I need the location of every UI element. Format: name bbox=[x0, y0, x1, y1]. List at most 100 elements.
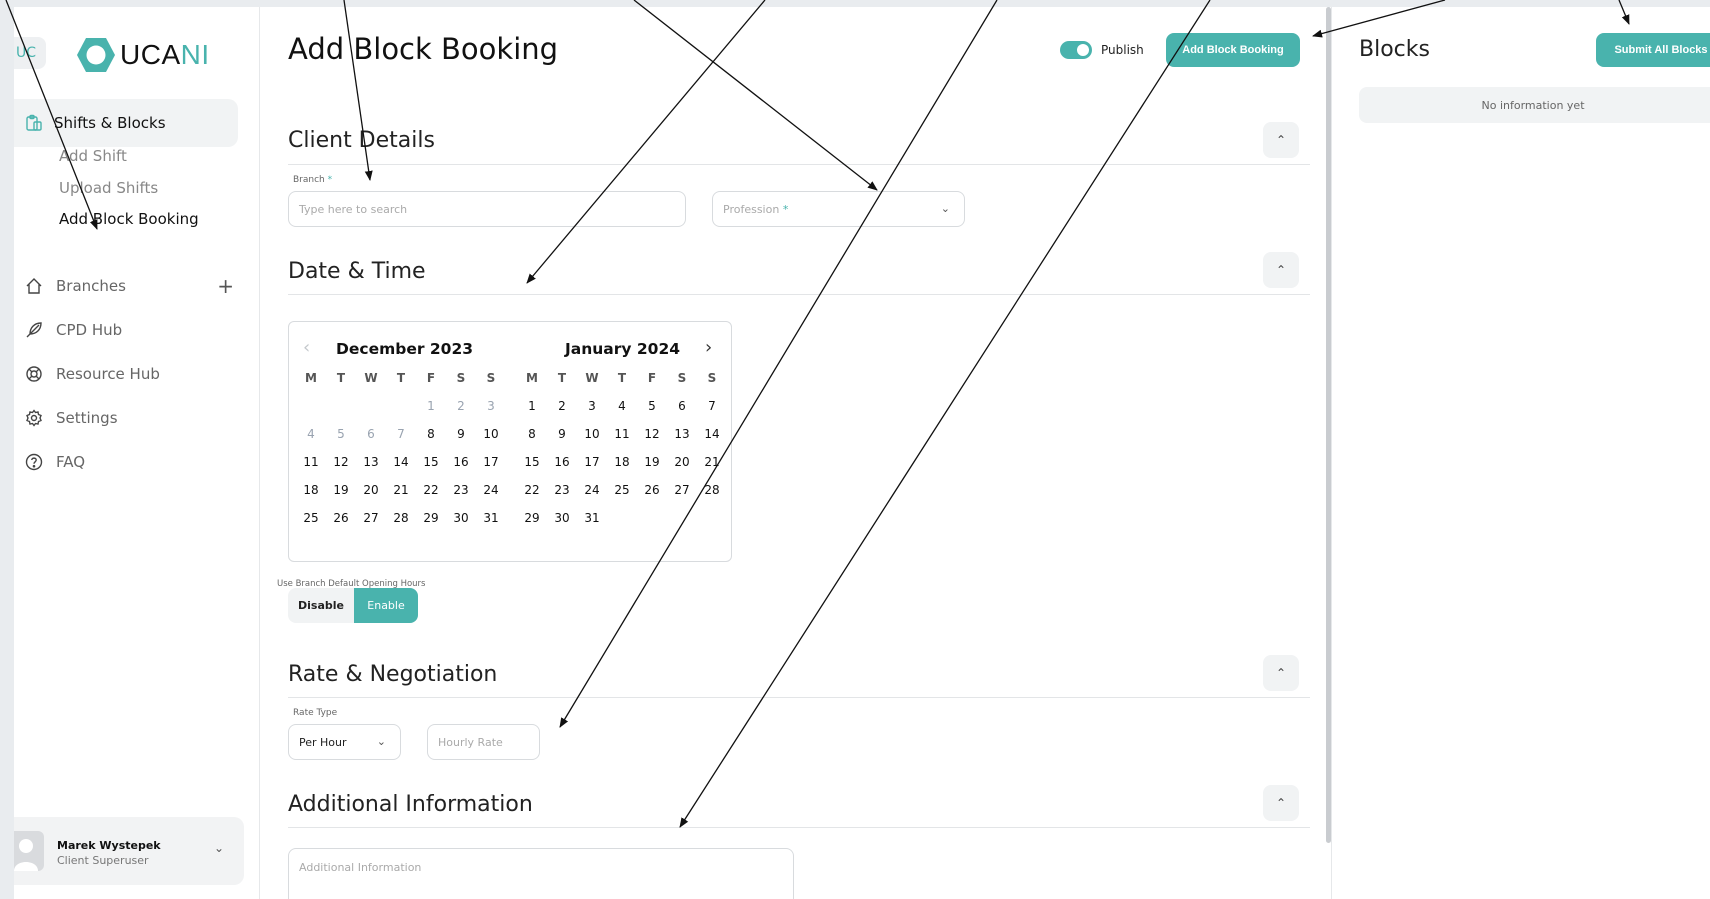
calendar-day[interactable]: 2 bbox=[547, 393, 577, 421]
calendar-day[interactable]: 15 bbox=[517, 449, 547, 477]
sidebar-subitem-upload-shifts[interactable]: Upload Shifts bbox=[59, 179, 158, 197]
calendar-day[interactable]: 4 bbox=[607, 393, 637, 421]
calendar-day[interactable]: 14 bbox=[386, 449, 416, 477]
calendar-day[interactable]: 23 bbox=[547, 477, 577, 505]
calendar-day[interactable]: 21 bbox=[386, 477, 416, 505]
calendar-empty-cell bbox=[697, 505, 727, 533]
weekday-header: S bbox=[456, 371, 466, 385]
calendar-day[interactable]: 11 bbox=[607, 421, 637, 449]
sidebar-item-branches[interactable]: Branches + bbox=[24, 274, 234, 298]
submit-all-blocks-button[interactable]: Submit All Blocks bbox=[1596, 33, 1710, 67]
section-title-client-details: Client Details bbox=[288, 128, 435, 153]
calendar-day[interactable]: 12 bbox=[637, 421, 667, 449]
calendar-day[interactable]: 18 bbox=[296, 477, 326, 505]
profession-select[interactable]: Profession * ⌄ bbox=[712, 191, 965, 227]
add-branch-button[interactable]: + bbox=[217, 274, 234, 298]
calendar-day[interactable]: 12 bbox=[326, 449, 356, 477]
calendar-day[interactable]: 31 bbox=[577, 505, 607, 533]
calendar-day[interactable]: 28 bbox=[386, 505, 416, 533]
sidebar-subitem-add-block-booking[interactable]: Add Block Booking bbox=[59, 210, 199, 228]
calendar-day[interactable]: 17 bbox=[476, 449, 506, 477]
calendar-day[interactable]: 25 bbox=[607, 477, 637, 505]
calendar-day[interactable]: 16 bbox=[547, 449, 577, 477]
calendar-day[interactable]: 27 bbox=[356, 505, 386, 533]
calendar-day[interactable]: 30 bbox=[547, 505, 577, 533]
calendar-day[interactable]: 14 bbox=[697, 421, 727, 449]
calendar-day[interactable]: 18 bbox=[607, 449, 637, 477]
rate-type-select[interactable]: Per Hour ⌄ bbox=[288, 724, 401, 760]
sidebar-item-settings[interactable]: Settings bbox=[24, 406, 234, 430]
hourly-rate-input[interactable]: Hourly Rate bbox=[427, 724, 540, 760]
calendar-day[interactable]: 26 bbox=[637, 477, 667, 505]
weekday-header: T bbox=[617, 371, 627, 385]
additional-information-textarea[interactable]: Additional Information bbox=[288, 848, 794, 899]
calendar-day[interactable]: 31 bbox=[476, 505, 506, 533]
collapse-rate-button[interactable]: ⌃ bbox=[1263, 655, 1299, 691]
ucani-logo[interactable]: UCANI bbox=[76, 35, 210, 75]
calendar-day[interactable]: 13 bbox=[667, 421, 697, 449]
chevron-down-icon[interactable]: ⌄ bbox=[214, 841, 224, 855]
calendar-empty-cell bbox=[637, 505, 667, 533]
calendar-day[interactable]: 10 bbox=[476, 421, 506, 449]
disable-option-button[interactable]: Disable bbox=[288, 588, 354, 623]
chevron-down-icon: ⌄ bbox=[376, 735, 386, 748]
calendar-day[interactable]: 8 bbox=[517, 421, 547, 449]
calendar-day[interactable]: 6 bbox=[667, 393, 697, 421]
sidebar-item-resource-hub[interactable]: Resource Hub bbox=[24, 362, 234, 386]
calendar-day[interactable]: 17 bbox=[577, 449, 607, 477]
calendar-day[interactable]: 7 bbox=[697, 393, 727, 421]
collapse-additional-info-button[interactable]: ⌃ bbox=[1263, 785, 1299, 821]
calendar-day[interactable]: 5 bbox=[637, 393, 667, 421]
collapse-client-details-button[interactable]: ⌃ bbox=[1263, 122, 1299, 158]
collapse-date-time-button[interactable]: ⌃ bbox=[1263, 252, 1299, 288]
calendar-day[interactable]: 20 bbox=[356, 477, 386, 505]
weekday-header: F bbox=[426, 371, 436, 385]
gear-icon bbox=[24, 408, 44, 428]
calendar-day[interactable]: 11 bbox=[296, 449, 326, 477]
calendar-day[interactable]: 29 bbox=[416, 505, 446, 533]
calendar-day[interactable]: 19 bbox=[326, 477, 356, 505]
calendar-day[interactable]: 28 bbox=[697, 477, 727, 505]
question-icon bbox=[24, 452, 44, 472]
calendar-day[interactable]: 1 bbox=[517, 393, 547, 421]
calendar-day[interactable]: 13 bbox=[356, 449, 386, 477]
sidebar-item-faq[interactable]: FAQ bbox=[24, 450, 234, 474]
calendar-day[interactable]: 29 bbox=[517, 505, 547, 533]
calendar-day[interactable]: 22 bbox=[416, 477, 446, 505]
next-month-icon[interactable]: › bbox=[705, 337, 712, 358]
calendar-day[interactable]: 23 bbox=[446, 477, 476, 505]
sidebar-item-cpd-hub[interactable]: CPD Hub bbox=[24, 318, 234, 342]
toggle-knob bbox=[1077, 44, 1089, 56]
calendar-day[interactable]: 22 bbox=[517, 477, 547, 505]
calendar-day[interactable]: 27 bbox=[667, 477, 697, 505]
calendar-day[interactable]: 19 bbox=[637, 449, 667, 477]
calendar-day[interactable]: 24 bbox=[577, 477, 607, 505]
add-block-booking-button[interactable]: Add Block Booking bbox=[1166, 33, 1300, 67]
user-menu[interactable]: Marek Wystepek Client Superuser ⌄ bbox=[14, 817, 244, 885]
calendar-day[interactable]: 21 bbox=[697, 449, 727, 477]
calendar-day[interactable]: 15 bbox=[416, 449, 446, 477]
sidebar-subitem-add-shift[interactable]: Add Shift bbox=[59, 147, 127, 165]
previous-month-icon[interactable]: ‹ bbox=[303, 337, 310, 358]
calendar-day[interactable]: 3 bbox=[577, 393, 607, 421]
calendar-day[interactable]: 20 bbox=[667, 449, 697, 477]
calendar-day[interactable]: 25 bbox=[296, 505, 326, 533]
logo-text: UCANI bbox=[120, 39, 210, 70]
feather-icon bbox=[24, 320, 44, 340]
calendar-empty-cell bbox=[296, 393, 326, 421]
sidebar-item-shifts-blocks[interactable]: Shifts & Blocks bbox=[14, 99, 238, 147]
branch-search-input[interactable]: Type here to search bbox=[288, 191, 686, 227]
enable-option-button[interactable]: Enable bbox=[354, 588, 418, 623]
rate-type-label: Rate Type bbox=[293, 708, 338, 718]
calendar-day[interactable]: 9 bbox=[446, 421, 476, 449]
calendar-day[interactable]: 10 bbox=[577, 421, 607, 449]
publish-toggle[interactable] bbox=[1060, 41, 1092, 59]
calendar-day[interactable]: 26 bbox=[326, 505, 356, 533]
sidebar-collapse-badge[interactable]: UC bbox=[14, 37, 46, 69]
calendar-day[interactable]: 9 bbox=[547, 421, 577, 449]
calendar-day[interactable]: 24 bbox=[476, 477, 506, 505]
calendar-day[interactable]: 16 bbox=[446, 449, 476, 477]
weekday-header: T bbox=[336, 371, 346, 385]
calendar-day[interactable]: 30 bbox=[446, 505, 476, 533]
calendar-day[interactable]: 8 bbox=[416, 421, 446, 449]
